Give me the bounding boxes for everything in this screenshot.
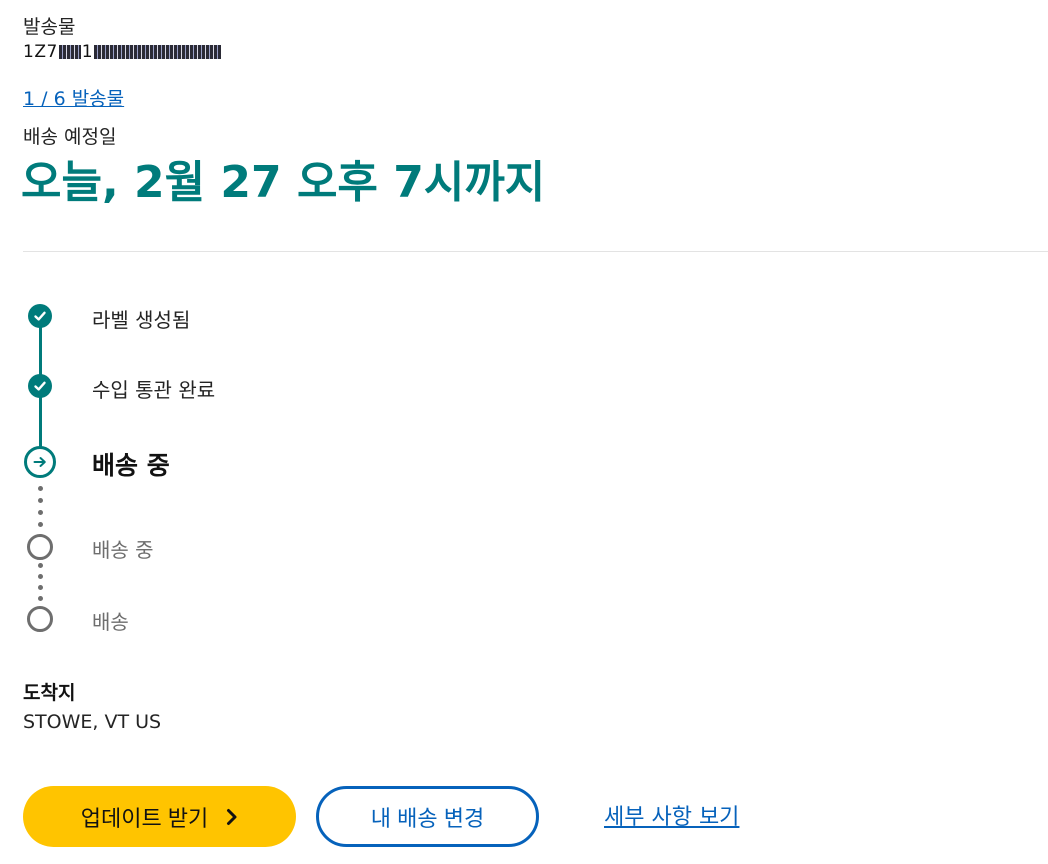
timeline-line-pending (38, 560, 43, 606)
get-updates-button[interactable]: 업데이트 받기 (23, 786, 296, 847)
timeline-step-label-current: 배송 중 (92, 451, 170, 480)
view-details-link[interactable]: 세부 사항 보기 (604, 799, 739, 831)
timeline-step-label: 배송 중 (92, 538, 154, 562)
check-icon (28, 304, 52, 328)
timeline-step-label: 수입 통관 완료 (92, 378, 216, 402)
arrow-right-icon (24, 446, 56, 478)
timeline-step-label: 배송 (92, 610, 129, 634)
shipment-count-link[interactable]: 1 / 6 발송물 (23, 84, 124, 111)
shipment-label: 발송물 (23, 16, 76, 38)
tracking-number: 1Z7 1 (23, 42, 222, 62)
circle-icon (27, 606, 53, 632)
timeline-line-pending (38, 482, 43, 542)
shipment-tracking-page: 발송물 1Z7 1 1 / 6 발송물 배송 예정일 오늘, 2월 27 오후 7… (0, 0, 1048, 864)
change-my-delivery-label: 내 배송 변경 (370, 805, 485, 831)
get-updates-label: 업데이트 받기 (80, 805, 209, 831)
destination-title: 도착지 (23, 682, 76, 704)
delivery-estimate-label: 배송 예정일 (23, 126, 117, 148)
tracking-mid: 1 (81, 42, 94, 62)
divider (23, 251, 1048, 252)
check-icon (28, 374, 52, 398)
delivery-estimate-date: 오늘, 2월 27 오후 7시까지 (21, 157, 546, 208)
redacted-block (58, 45, 81, 59)
tracking-prefix: 1Z7 (23, 42, 58, 62)
circle-icon (27, 534, 53, 560)
destination-value: STOWE, VT US (23, 711, 162, 733)
timeline-step-label: 라벨 생성됨 (92, 308, 191, 332)
change-my-delivery-button[interactable]: 내 배송 변경 (316, 786, 539, 847)
chevron-right-icon (226, 808, 238, 826)
redacted-block (94, 45, 222, 59)
